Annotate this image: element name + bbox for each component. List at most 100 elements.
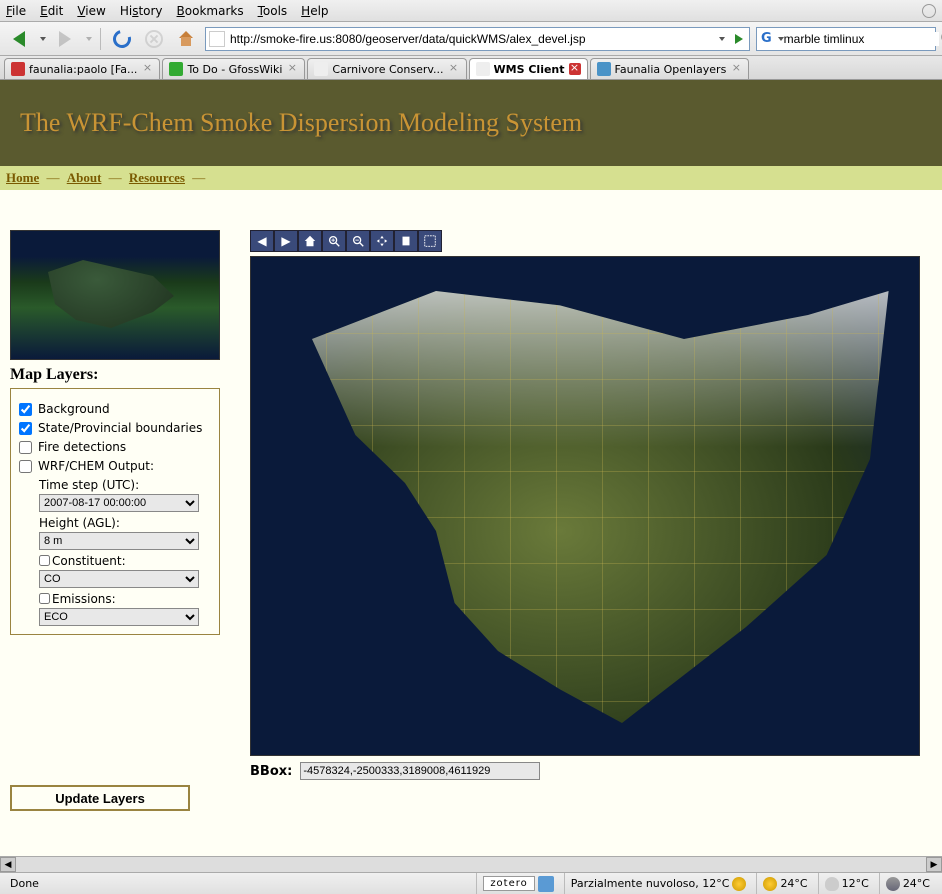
background-checkbox[interactable] <box>19 403 32 416</box>
search-input[interactable] <box>784 32 939 46</box>
boundaries-label: State/Provincial boundaries <box>38 421 202 435</box>
page-title: The WRF-Chem Smoke Dispersion Modeling S… <box>20 108 922 138</box>
layers-panel: Background State/Provincial boundaries F… <box>10 388 220 635</box>
tab-todo[interactable]: To Do - GfossWiki × <box>162 58 305 79</box>
background-label: Background <box>38 402 110 416</box>
forecast-3[interactable]: 24°C <box>879 873 936 894</box>
map-info-button[interactable] <box>394 230 418 252</box>
map-toolbar: ◀ ▶ <box>250 230 932 252</box>
wrf-checkbox[interactable] <box>19 460 32 473</box>
scroll-right-icon[interactable]: ▶ <box>926 857 942 872</box>
tab-close-icon[interactable]: × <box>141 63 153 75</box>
right-column: ◀ ▶ BBox: <box>250 230 932 811</box>
emissions-select[interactable]: ECO <box>39 608 199 626</box>
tab-favicon-icon <box>169 62 183 76</box>
tab-label: WMS Client <box>494 63 565 76</box>
update-layers-button[interactable]: Update Layers <box>10 785 190 811</box>
wrf-label: WRF/CHEM Output: <box>38 459 154 473</box>
height-select[interactable]: 8 m <box>39 532 199 550</box>
back-button[interactable] <box>6 26 32 52</box>
left-column: Map Layers: Background State/Provincial … <box>10 230 220 811</box>
map-zoom-out-button[interactable] <box>346 230 370 252</box>
menu-view[interactable]: View <box>77 4 105 18</box>
tab-close-icon[interactable]: × <box>286 63 298 75</box>
menu-edit[interactable]: Edit <box>40 4 63 18</box>
tab-label: Faunalia Openlayers <box>615 63 727 76</box>
tab-favicon-icon <box>476 62 490 76</box>
back-dropdown-icon[interactable] <box>40 37 46 41</box>
layers-heading: Map Layers: <box>10 366 220 384</box>
reload-button[interactable] <box>109 26 135 52</box>
nav-resources[interactable]: Resources <box>129 170 185 185</box>
tab-bar: faunalia:paolo [Fa... × To Do - GfossWik… <box>0 56 942 80</box>
forward-button <box>52 26 78 52</box>
weather-widget[interactable]: Parzialmente nuvoloso, 12°C <box>564 873 753 894</box>
nav-sep: — <box>109 170 122 185</box>
page-content: The WRF-Chem Smoke Dispersion Modeling S… <box>0 80 942 856</box>
tab-close-icon[interactable]: × <box>730 63 742 75</box>
nav-about[interactable]: About <box>67 170 102 185</box>
tab-favicon-icon <box>11 62 25 76</box>
forecast-2[interactable]: 12°C <box>818 873 875 894</box>
temp-label: 12°C <box>842 877 869 890</box>
tab-favicon-icon <box>314 62 328 76</box>
menu-history[interactable]: History <box>120 4 163 18</box>
url-dropdown-icon[interactable] <box>719 37 725 41</box>
nav-sep: — <box>192 170 205 185</box>
tab-carnivore[interactable]: Carnivore Conserv... × <box>307 58 466 79</box>
map-home-button[interactable] <box>298 230 322 252</box>
constituent-label: Constituent: <box>52 554 126 568</box>
forecast-1[interactable]: 24°C <box>756 873 813 894</box>
main-area: Map Layers: Background State/Provincial … <box>0 190 942 821</box>
cloud-icon <box>825 877 839 891</box>
url-input[interactable] <box>228 32 717 46</box>
tab-wms-client[interactable]: WMS Client × <box>469 58 588 79</box>
bbox-input[interactable] <box>300 762 540 780</box>
horizontal-scrollbar[interactable]: ◀ ▶ <box>0 856 942 872</box>
tab-close-icon[interactable]: × <box>569 63 581 75</box>
tab-label: faunalia:paolo [Fa... <box>29 63 137 76</box>
menu-file[interactable]: File <box>6 4 26 18</box>
map-prev-button[interactable]: ◀ <box>250 230 274 252</box>
fire-checkbox[interactable] <box>19 441 32 454</box>
map-pan-button[interactable] <box>370 230 394 252</box>
throbber-icon <box>922 4 936 18</box>
tab-openlayers[interactable]: Faunalia Openlayers × <box>590 58 750 79</box>
scroll-track[interactable] <box>16 857 926 872</box>
weather-text: Parzialmente nuvoloso, 12°C <box>571 877 730 890</box>
overview-map[interactable] <box>10 230 220 360</box>
home-button[interactable] <box>173 26 199 52</box>
sun-icon <box>732 877 746 891</box>
emissions-label: Emissions: <box>52 592 116 606</box>
scroll-left-icon[interactable]: ◀ <box>0 857 16 872</box>
map-zoom-in-button[interactable] <box>322 230 346 252</box>
search-bar[interactable]: G <box>756 27 936 51</box>
tab-close-icon[interactable]: × <box>448 63 460 75</box>
go-button[interactable] <box>729 34 749 44</box>
rain-icon <box>886 877 900 891</box>
nav-sep: — <box>46 170 59 185</box>
zotero-widget[interactable]: zotero <box>476 873 559 894</box>
fire-label: Fire detections <box>38 440 126 454</box>
emissions-checkbox[interactable] <box>39 593 50 604</box>
search-engine-icon[interactable]: G <box>761 31 772 46</box>
map-next-button[interactable]: ▶ <box>274 230 298 252</box>
forward-dropdown-icon <box>86 37 92 41</box>
map-fullextent-button[interactable] <box>418 230 442 252</box>
sun-icon <box>763 877 777 891</box>
nav-home[interactable]: Home <box>6 170 39 185</box>
constituent-select[interactable]: CO <box>39 570 199 588</box>
constituent-checkbox[interactable] <box>39 555 50 566</box>
tab-label: To Do - GfossWiki <box>187 63 282 76</box>
menu-bookmarks[interactable]: Bookmarks <box>177 4 244 18</box>
menubar: File Edit View History Bookmarks Tools H… <box>0 0 942 22</box>
menu-help[interactable]: Help <box>301 4 328 18</box>
timestep-select[interactable]: 2007-08-17 00:00:00 <box>39 494 199 512</box>
main-map[interactable] <box>250 256 920 756</box>
status-text: Done <box>6 877 39 890</box>
tab-faunalia[interactable]: faunalia:paolo [Fa... × <box>4 58 160 79</box>
menu-tools[interactable]: Tools <box>258 4 288 18</box>
url-bar[interactable] <box>205 27 750 51</box>
timestep-label: Time step (UTC): <box>39 478 211 492</box>
boundaries-checkbox[interactable] <box>19 422 32 435</box>
